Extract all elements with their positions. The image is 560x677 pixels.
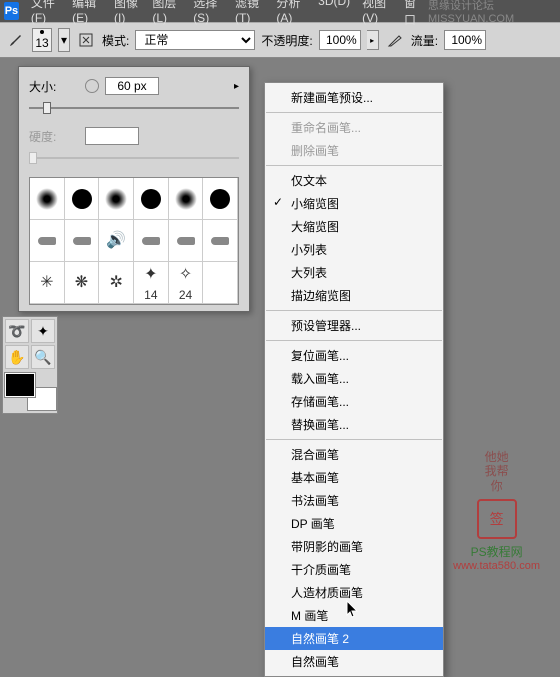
menu-item[interactable]: 载入画笔... <box>265 367 443 390</box>
brush-preset-picker[interactable]: 13 <box>32 28 52 52</box>
brush-preset-cell[interactable]: ❋ <box>65 262 100 304</box>
brush-panel-toggle-icon[interactable] <box>76 30 96 50</box>
menu-item[interactable]: 混合画笔 <box>265 443 443 466</box>
hardness-label: 硬度: <box>29 128 79 145</box>
menu-item[interactable]: 自然画笔 2 <box>265 627 443 650</box>
zoom-tool[interactable]: 🔍 <box>31 345 55 369</box>
menu-item[interactable]: 新建画笔预设... <box>265 86 443 109</box>
menu-separator <box>266 165 442 166</box>
brush-preset-cell[interactable]: ✲ <box>99 262 134 304</box>
menu-item[interactable]: 书法画笔 <box>265 489 443 512</box>
menu-item[interactable]: 图层(L) <box>146 0 187 28</box>
menu-item[interactable]: 干介质画笔 <box>265 558 443 581</box>
menu-separator <box>266 439 442 440</box>
menu-item: 重命名画笔... <box>265 116 443 139</box>
brush-preset-cell[interactable] <box>30 220 65 262</box>
brush-tool-icon <box>6 30 26 50</box>
menu-item[interactable]: 视图(V) <box>356 0 398 28</box>
flow-input[interactable] <box>444 30 486 50</box>
brush-flyout-menu: 新建画笔预设... 重命名画笔...删除画笔仅文本小缩览图大缩览图小列表大列表描边… <box>264 82 444 677</box>
menu-separator <box>266 112 442 113</box>
menu-separator <box>266 310 442 311</box>
foreground-color[interactable] <box>5 373 35 397</box>
brush-preset-cell[interactable] <box>30 178 65 220</box>
hardness-slider <box>29 151 239 165</box>
menu-item[interactable]: 分析(A) <box>270 0 312 28</box>
opacity-input[interactable] <box>319 30 361 50</box>
brush-preset-cell[interactable]: 17 <box>169 304 204 305</box>
menu-item[interactable]: 小列表 <box>265 238 443 261</box>
menu-item[interactable]: 大列表 <box>265 261 443 284</box>
brush-preset-cell[interactable] <box>203 262 238 304</box>
pressure-opacity-icon[interactable] <box>385 30 405 50</box>
brush-preset-cell[interactable] <box>134 178 169 220</box>
flyout-menu-icon[interactable]: ▸ <box>234 81 239 92</box>
cursor-icon <box>346 600 360 621</box>
menu-item[interactable]: 3D(D) <box>312 0 356 28</box>
menubar-items: 文件(F)编辑(E)图像(I)图层(L)选择(S)滤镜(T)分析(A)3D(D)… <box>25 0 428 28</box>
brush-preset-cell[interactable] <box>65 220 100 262</box>
menu-item[interactable]: 小缩览图 <box>265 192 443 215</box>
blend-mode-select[interactable]: 正常 <box>135 30 255 50</box>
menu-item[interactable]: 滤镜(T) <box>229 0 270 28</box>
menu-item[interactable]: 复位画笔... <box>265 344 443 367</box>
brush-preset-cell[interactable] <box>203 178 238 220</box>
menu-item[interactable]: 预设管理器... <box>265 314 443 337</box>
brush-preset-cell[interactable] <box>134 220 169 262</box>
brush-preset-panel: 大小: ▸ 硬度: 🔊 ✳❋✲✦14✧24 2739451117 <box>18 66 250 312</box>
menu-item[interactable]: 编辑(E) <box>66 0 108 28</box>
brush-size-input[interactable] <box>105 77 159 95</box>
tools-panel: ➰ ✦ ✋ 🔍 <box>2 316 58 414</box>
app-logo: Ps <box>4 2 19 20</box>
hand-tool[interactable]: ✋ <box>5 345 29 369</box>
color-swatch[interactable] <box>5 373 57 411</box>
brush-preset-cell[interactable]: 45 <box>99 304 134 305</box>
brush-preset-cell[interactable]: 27 <box>30 304 65 305</box>
menu-item[interactable]: 文件(F) <box>25 0 66 28</box>
size-slider[interactable] <box>29 101 239 115</box>
opacity-label: 不透明度: <box>261 32 312 49</box>
menu-item[interactable]: 替换画笔... <box>265 413 443 436</box>
menu-item[interactable]: 仅文本 <box>265 169 443 192</box>
mode-label: 模式: <box>102 32 129 49</box>
brush-preset-cell[interactable]: 11 <box>134 304 169 305</box>
brush-preset-cell[interactable] <box>99 178 134 220</box>
menubar: Ps 文件(F)编辑(E)图像(I)图层(L)选择(S)滤镜(T)分析(A)3D… <box>0 0 560 22</box>
menu-item[interactable]: 存储画笔... <box>265 390 443 413</box>
menu-item[interactable]: 自然画笔 <box>265 650 443 673</box>
menu-item[interactable]: 带阴影的画笔 <box>265 535 443 558</box>
brush-preset-cell[interactable] <box>65 178 100 220</box>
brush-preset-cell[interactable] <box>203 304 238 305</box>
brush-preset-cell[interactable] <box>169 178 204 220</box>
menu-item[interactable]: 窗口 <box>398 0 428 28</box>
flow-label: 流量: <box>411 32 438 49</box>
lasso-tool[interactable]: ➰ <box>5 319 29 343</box>
menu-item[interactable]: 选择(S) <box>187 0 229 28</box>
brush-preset-cell[interactable]: ✧24 <box>169 262 204 304</box>
menu-item[interactable]: 图像(I) <box>108 0 146 28</box>
menu-separator <box>266 340 442 341</box>
quick-select-tool[interactable]: ✦ <box>31 319 55 343</box>
reset-size-icon[interactable] <box>85 79 99 93</box>
brush-preset-cell[interactable]: ✦14 <box>134 262 169 304</box>
hardness-input <box>85 127 139 145</box>
opacity-dropdown[interactable]: ▸ <box>367 30 379 50</box>
brush-preset-cell[interactable] <box>169 220 204 262</box>
menu-item[interactable]: 描边缩览图 <box>265 284 443 307</box>
brush-preset-cell[interactable]: 39 <box>65 304 100 305</box>
menu-item[interactable]: 大缩览图 <box>265 215 443 238</box>
brush-preset-cell[interactable]: 🔊 <box>99 220 134 262</box>
menu-item: 删除画笔 <box>265 139 443 162</box>
brush-preset-cell[interactable]: ✳ <box>30 262 65 304</box>
size-label: 大小: <box>29 78 79 95</box>
brush-preset-cell[interactable] <box>203 220 238 262</box>
brush-preset-dropdown[interactable]: ▾ <box>58 28 70 52</box>
watermark-text-top: 思缘设计论坛 MISSYUAN.COM <box>428 0 556 25</box>
brush-grid[interactable]: 🔊 ✳❋✲✦14✧24 2739451117 <box>29 177 239 305</box>
menu-item[interactable]: DP 画笔 <box>265 512 443 535</box>
menu-item[interactable]: 基本画笔 <box>265 466 443 489</box>
